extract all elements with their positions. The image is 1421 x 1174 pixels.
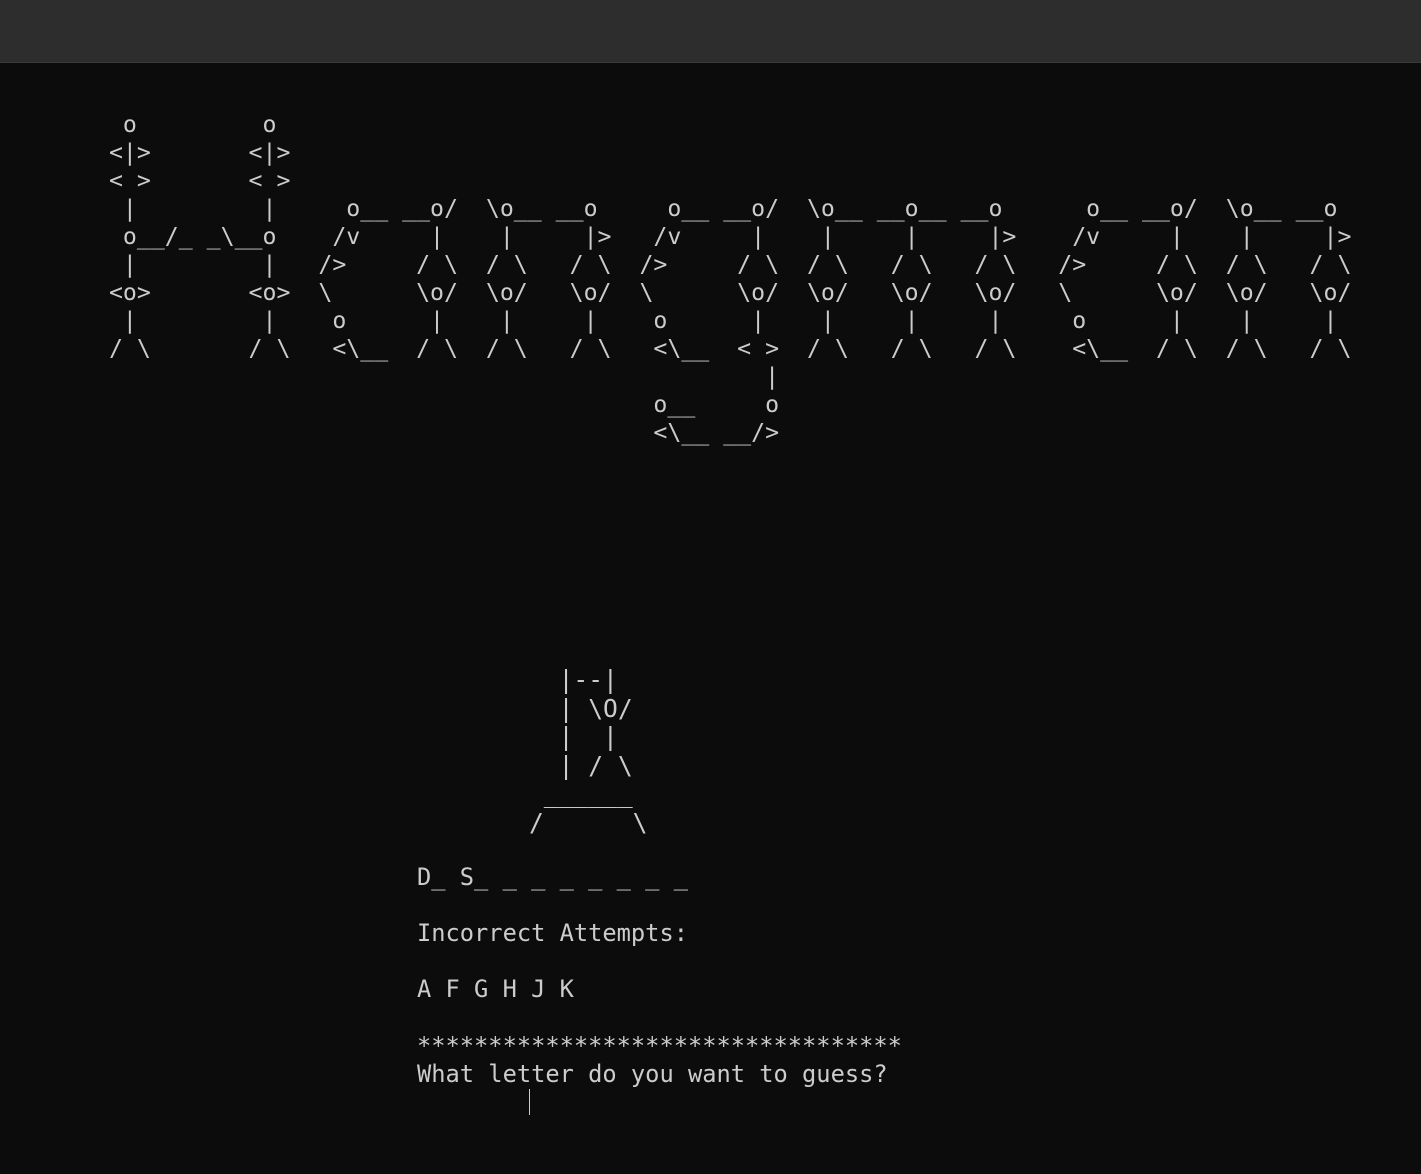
incorrect-letters: A F G H J K xyxy=(417,975,574,1003)
terminal-window[interactable]: o o <|> <|> < > < > | | o__ __o/ \o__ __… xyxy=(0,63,1421,1174)
text-cursor[interactable] xyxy=(529,1089,530,1115)
guess-prompt: What letter do you want to guess? xyxy=(417,1060,888,1088)
word-display: D_ S_ _ _ _ _ _ _ _ xyxy=(417,863,688,891)
incorrect-attempts-label: Incorrect Attempts: xyxy=(417,919,688,947)
window-title-bar[interactable] xyxy=(0,0,1421,63)
hangman-banner-art: o o <|> <|> < > < > | | o__ __o/ \o__ __… xyxy=(108,111,1352,446)
separator-line: ********************************** xyxy=(417,1032,902,1060)
gallows-art: |--| | \O/ | | | / \ ______ / \ xyxy=(529,665,648,837)
